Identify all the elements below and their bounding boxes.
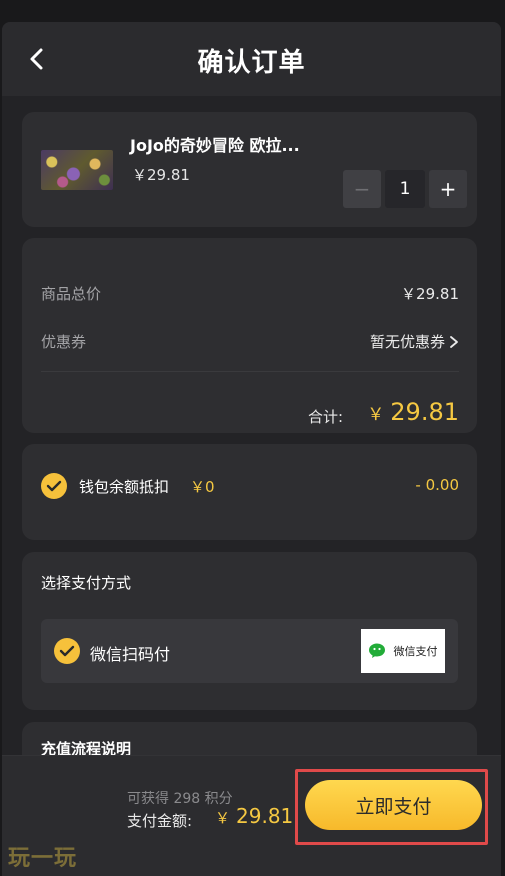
decrement-button[interactable]: −	[343, 170, 381, 208]
goods-total-label: 商品总价	[41, 285, 102, 303]
page-title: 确认订单	[197, 48, 306, 78]
pay-total-label: 支付金额:	[127, 812, 193, 830]
product-price: ￥29.81	[132, 166, 190, 184]
wallet-checkbox[interactable]	[41, 473, 67, 499]
total-value: 29.81	[390, 398, 459, 426]
pay-total-amount: ￥ 29.81	[215, 804, 293, 828]
pay-total-value: 29.81	[236, 804, 294, 828]
wallet-card: 钱包余额抵扣 ￥0 - 0.00	[22, 444, 477, 540]
pay-total-currency: ￥	[215, 809, 231, 827]
checkmark-icon	[59, 645, 75, 657]
pay-now-button[interactable]: 立即支付	[305, 780, 482, 830]
quantity-stepper: − 1 +	[343, 170, 467, 208]
coupon-label: 优惠券	[41, 333, 87, 351]
coupon-value: 暂无优惠券	[369, 333, 445, 351]
total-amount: ￥ 29.81	[367, 398, 459, 426]
wechat-pay-option[interactable]: 微信扫码付 微信支付	[41, 619, 458, 683]
payment-section-title: 选择支付方式	[41, 574, 132, 592]
goods-total-value: ￥29.81	[401, 285, 459, 303]
product-card: JoJo的奇妙冒险 欧拉... ￥29.81 − 1 +	[22, 112, 477, 227]
increment-button[interactable]: +	[429, 170, 467, 208]
wechat-pay-logo: 微信支付	[361, 629, 445, 673]
product-thumbnail	[41, 150, 113, 190]
order-panel: 确认订单 JoJo的奇妙冒险 欧拉... ￥29.81 − 1 + 商品总价 ￥…	[2, 22, 501, 876]
header-bar: 确认订单	[2, 22, 501, 96]
checkmark-icon	[46, 480, 62, 492]
price-summary-card: 商品总价 ￥29.81 优惠券 暂无优惠券 合计: ￥ 29.81	[22, 238, 477, 433]
quantity-value[interactable]: 1	[385, 170, 425, 208]
coupon-selector[interactable]: 暂无优惠券	[370, 331, 459, 352]
payment-method-label: 微信扫码付	[90, 645, 171, 664]
chevron-right-icon	[450, 335, 458, 348]
total-label: 合计:	[308, 408, 344, 426]
wechat-pay-logo-text: 微信支付	[393, 645, 438, 658]
payment-method-card: 选择支付方式 微信扫码付 微信支付	[22, 552, 477, 710]
wallet-deduction: - 0.00	[415, 476, 459, 494]
wallet-balance: ￥0	[190, 478, 215, 496]
summary-divider	[41, 371, 459, 372]
product-name: JoJo的奇妙冒险 欧拉...	[130, 136, 300, 155]
total-currency: ￥	[367, 405, 385, 425]
payment-checkbox[interactable]	[54, 638, 80, 664]
wallet-label: 钱包余额抵扣	[79, 478, 170, 496]
wechat-icon	[368, 643, 385, 658]
watermark-logo: 玩一玩	[8, 846, 78, 871]
